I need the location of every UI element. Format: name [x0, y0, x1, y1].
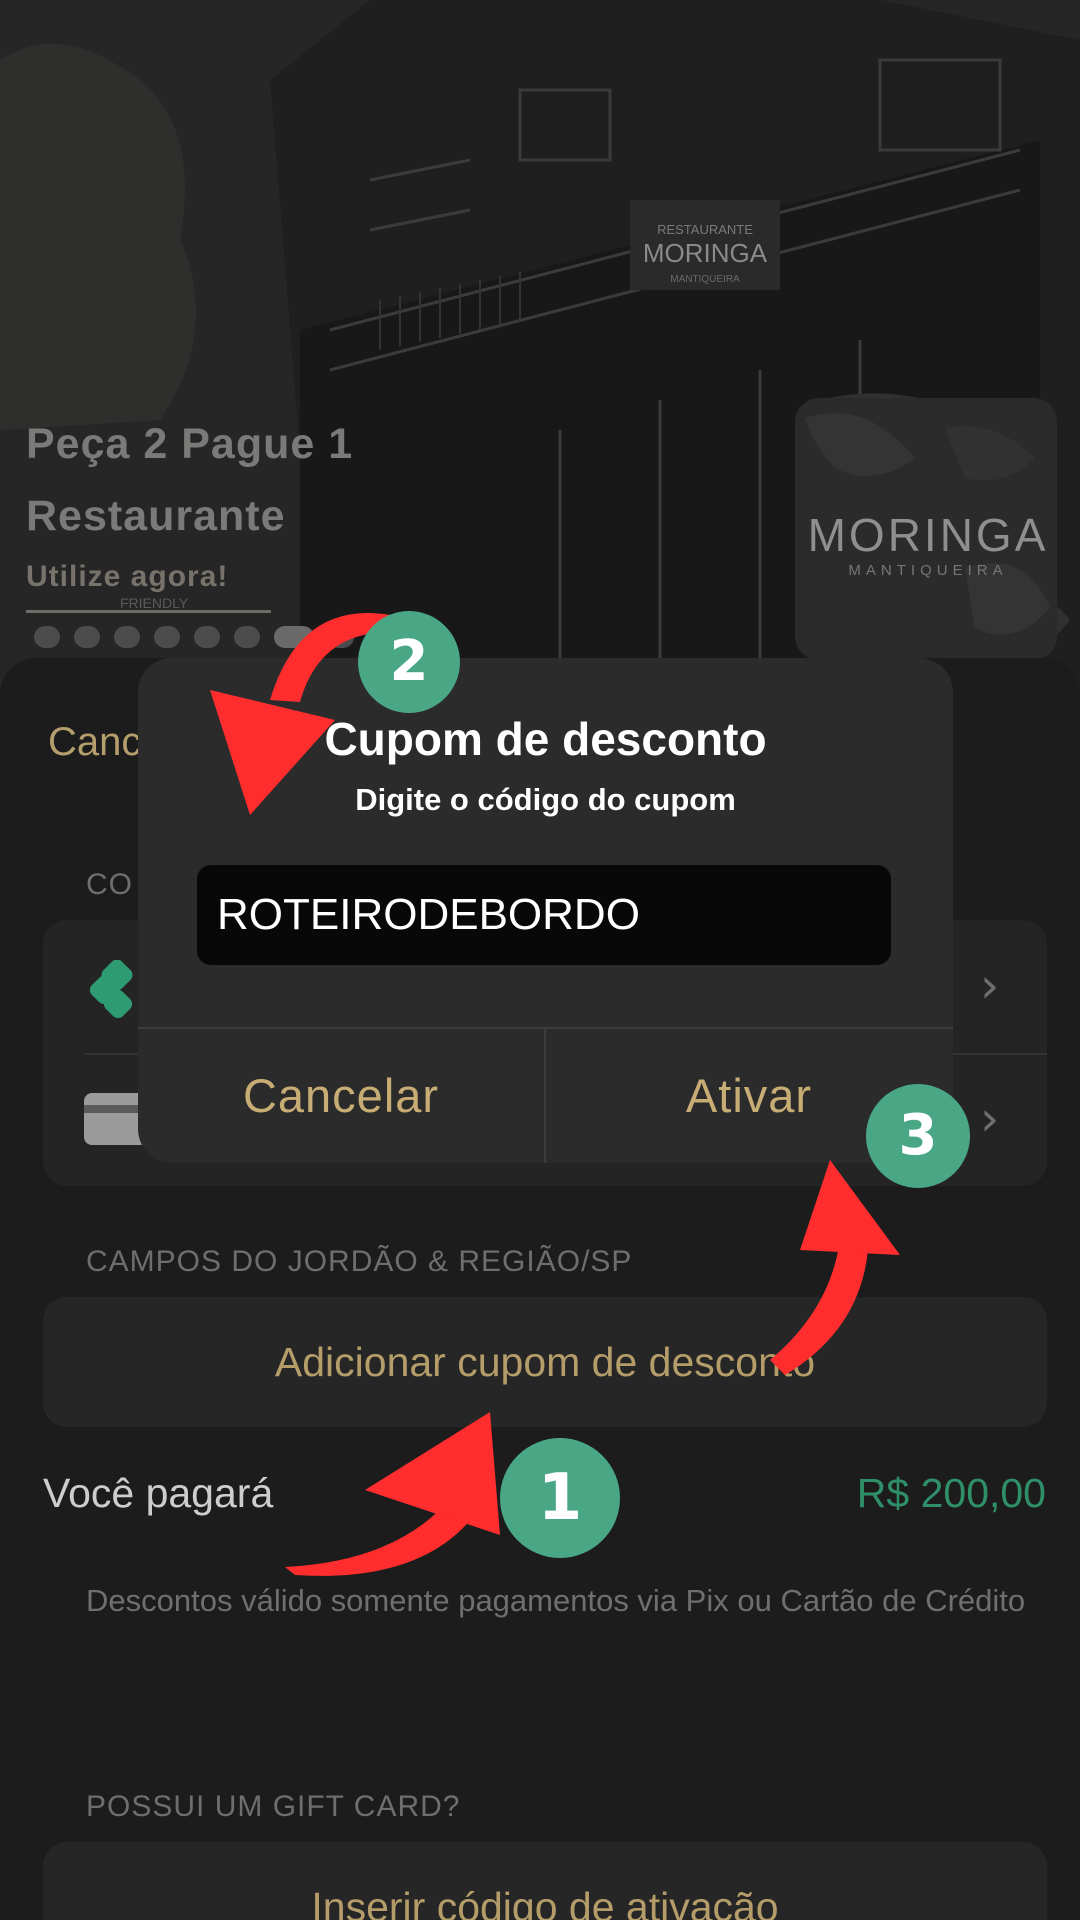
arrow-head-step-2	[210, 690, 335, 815]
step-badge-1: 1	[500, 1438, 620, 1558]
step-badge-3: 3	[866, 1084, 970, 1188]
tutorial-arrows	[210, 613, 900, 1576]
app-screen: RESTAURANTE MORINGA MANTIQUEIRA FRIENDLY…	[0, 0, 1080, 1920]
step-badge-2: 2	[358, 611, 460, 713]
arrow-step-3	[770, 1240, 868, 1375]
